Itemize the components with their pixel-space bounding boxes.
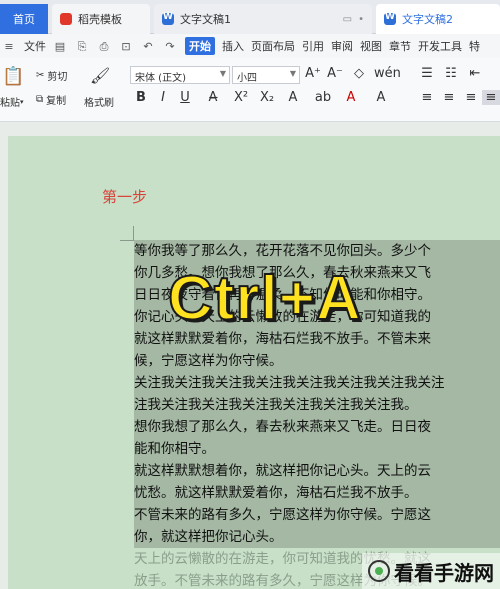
menu-chapter[interactable]: 章节: [389, 38, 411, 54]
tab-doc1-label: 文字文稿1: [180, 13, 231, 26]
cut-label: 剪切: [47, 72, 68, 83]
tab-home[interactable]: 首页: [0, 4, 48, 34]
menu-reference[interactable]: 引用: [302, 38, 324, 54]
export-icon[interactable]: ⎘: [75, 40, 89, 53]
brush-icon[interactable]: 🖌: [90, 66, 110, 85]
font-size-select[interactable]: 小四 ▼: [232, 66, 300, 84]
document-line[interactable]: 忧愁。就这样默默爱着你，海枯石烂我不放手。: [134, 482, 500, 504]
paste-label: 粘贴: [0, 98, 20, 109]
writer-doc-icon: [384, 12, 396, 25]
document-line[interactable]: 候，宁愿这样为你守候。: [134, 350, 500, 372]
font-color-icon[interactable]: A: [342, 90, 360, 105]
tab-templates[interactable]: 稻壳模板: [52, 4, 150, 34]
save-icon[interactable]: ▤: [53, 40, 67, 53]
ribbon-toolbar: 📋 粘贴 ▾ ✂ 剪切 ⧉ 复制 🖌 格式刷 宋体 (正文) ▼ 小四 ▼ A⁺ A⁻ ◇…: [0, 58, 500, 122]
menu-insert[interactable]: 插入: [222, 38, 244, 54]
format-painter-button[interactable]: 格式刷: [84, 94, 114, 109]
document-line[interactable]: 想你我想了那么久，春去秋来燕来又飞走。日日夜: [134, 416, 500, 438]
text-effect-icon[interactable]: A: [284, 90, 302, 105]
align-right-icon[interactable]: ≡: [462, 90, 480, 105]
paste-icon[interactable]: 📋: [2, 66, 24, 87]
watermark: 看看手游网: [362, 553, 500, 589]
tab-bar: 首页 稻壳模板 文字文稿1 ▭ • 文字文稿2: [0, 0, 500, 34]
justify-icon[interactable]: ≡: [482, 90, 500, 105]
document-line[interactable]: 不管未来的路有多久，宁愿这样为你守候。宁愿这: [134, 504, 500, 526]
clear-format-icon[interactable]: ◇: [350, 66, 368, 81]
menu-bar: ≡ 文件 ▤ ⎘ ⎙ ⊡ ↶ ↷ 开始 插入 页面布局 引用 审阅 视图 章节 …: [0, 34, 500, 58]
menu-layout[interactable]: 页面布局: [251, 38, 295, 54]
cut-button[interactable]: ✂ 剪切: [36, 68, 67, 83]
menu-review[interactable]: 审阅: [331, 38, 353, 54]
font-name-select[interactable]: 宋体 (正文) ▼: [130, 66, 230, 84]
shortcut-overlay-text: Ctrl+A: [167, 263, 362, 334]
step-label: 第一步: [102, 188, 148, 206]
scissors-icon: ✂: [36, 70, 45, 81]
numbered-list-icon[interactable]: ☷: [442, 66, 460, 81]
hamburger-icon[interactable]: ≡: [2, 40, 16, 53]
watermark-text: 看看手游网: [394, 560, 494, 585]
document-line[interactable]: 注我关注我关注我关注我关注我关注我关注我。: [134, 394, 500, 416]
preview-icon[interactable]: ⊡: [119, 40, 133, 53]
superscript-icon[interactable]: X²: [232, 90, 250, 105]
undo-icon[interactable]: ↶: [141, 40, 155, 53]
bold-icon[interactable]: B: [132, 90, 150, 105]
bullet-list-icon[interactable]: ☰: [418, 66, 436, 81]
copy-label: 复制: [46, 96, 67, 107]
tab-doc2[interactable]: 文字文稿2: [376, 4, 500, 34]
site-logo-icon: [368, 560, 390, 582]
tab-templates-label: 稻壳模板: [78, 13, 122, 26]
menu-view[interactable]: 视图: [360, 38, 382, 54]
margin-corner-mark: [133, 226, 134, 240]
italic-icon[interactable]: I: [154, 90, 172, 105]
tab-home-label: 首页: [13, 13, 35, 26]
menu-devtools[interactable]: 开发工具: [418, 38, 462, 54]
format-painter-label: 格式刷: [84, 98, 114, 109]
grow-font-icon[interactable]: A⁺: [304, 66, 322, 81]
document-line[interactable]: 就这样默默想着你，就这样把你记心头。天上的云: [134, 460, 500, 482]
menu-file[interactable]: 文件: [24, 38, 46, 54]
align-center-icon[interactable]: ≡: [440, 90, 458, 105]
shrink-font-icon[interactable]: A⁻: [326, 66, 344, 81]
print-icon[interactable]: ⎙: [97, 40, 111, 53]
docer-icon: [60, 13, 72, 25]
writer-doc-icon: [162, 12, 174, 25]
char-border-icon[interactable]: A: [372, 90, 390, 105]
tab-doc1[interactable]: 文字文稿1 ▭ •: [154, 4, 372, 34]
tab-doc2-label: 文字文稿2: [402, 13, 453, 26]
copy-button[interactable]: ⧉ 复制: [36, 92, 66, 107]
menu-more[interactable]: 特: [469, 38, 480, 54]
document-line[interactable]: 你，就这样把你记心头。: [134, 526, 500, 548]
align-left-icon[interactable]: ≡: [418, 90, 436, 105]
font-size-value: 小四: [237, 73, 257, 84]
monitor-icon[interactable]: ▭: [343, 14, 352, 25]
menu-start[interactable]: 开始: [185, 37, 215, 55]
pinyin-icon[interactable]: wén: [374, 66, 401, 81]
copy-icon: ⧉: [36, 94, 44, 105]
chevron-down-icon: ▼: [289, 69, 296, 78]
highlight-icon[interactable]: ab: [314, 90, 332, 105]
document-line[interactable]: 等你我等了那么久，花开花落不见你回头。多少个: [134, 240, 500, 262]
document-line[interactable]: 关注我关注我关注我关注我关注我关注我关注我关注: [134, 372, 500, 394]
tab-doc1-tools: ▭ •: [343, 14, 364, 25]
redo-icon[interactable]: ↷: [163, 40, 177, 53]
underline-icon[interactable]: U: [176, 90, 194, 105]
chevron-down-icon: ▼: [219, 69, 226, 78]
font-name-value: 宋体 (正文): [135, 73, 186, 84]
paste-button[interactable]: 粘贴 ▾: [0, 94, 24, 110]
dot-icon[interactable]: •: [358, 14, 364, 25]
document-line[interactable]: 能和你相守。: [134, 438, 500, 460]
outdent-icon[interactable]: ⇤: [466, 66, 484, 81]
margin-corner-mark: [120, 240, 134, 241]
strikethrough-icon[interactable]: A̶: [204, 90, 222, 105]
subscript-icon[interactable]: X₂: [258, 90, 276, 105]
